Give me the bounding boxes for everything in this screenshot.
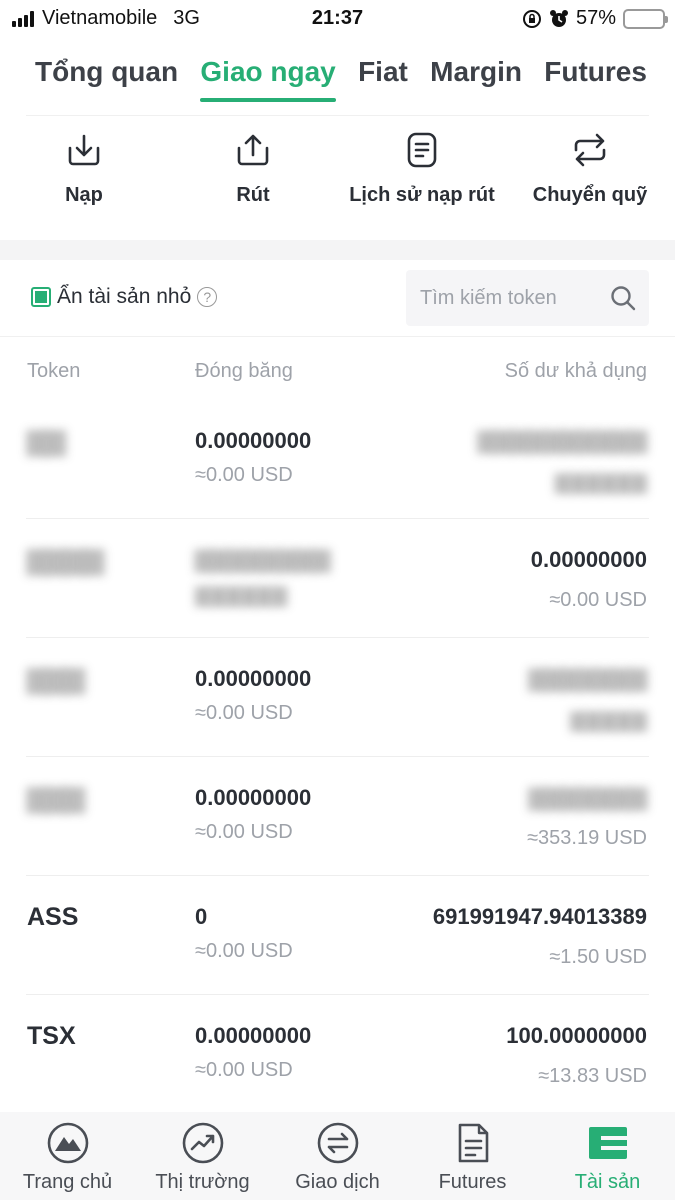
alarm-icon [549,9,568,27]
nav-home-label: Trang chủ [22,1171,113,1193]
token-symbol: ASS [27,903,79,931]
frozen-amount: 0.00000000 [195,785,312,810]
status-bar: Vietnamobile 3G 21:37 57% [0,0,675,38]
available-usd: ▇▇▇▇▇▇ [554,472,647,494]
table-row[interactable]: ▇▇ 0.00000000 ≈0.00 USD ▇▇▇▇▇▇▇▇▇▇ ▇▇▇▇▇… [0,400,675,519]
search-input[interactable] [420,280,600,316]
token-symbol: ▇▇▇ [27,785,85,813]
wallet-tabs: Tổng quan Giao ngay Fiat Margin Futures [35,56,647,102]
nav-futures[interactable]: Futures [405,1112,540,1200]
help-icon[interactable]: ? [197,287,218,307]
bottom-nav: Trang chủ Thị trường Giao dịch Futures T… [0,1112,675,1200]
withdraw-button[interactable]: Rút [203,130,303,207]
tab-margin[interactable]: Margin [430,56,522,102]
frozen-amount: 0.00000000 [195,1023,312,1048]
table-header: Token Đóng băng Số dư khả dụng [27,360,647,386]
table-row[interactable]: ASS 0 ≈0.00 USD 691991947.94013389 ≈1.50… [0,876,675,995]
token-symbol: TSX [27,1022,76,1050]
available-amount: 0.00000000 [530,547,647,572]
status-right: 57% [522,7,668,30]
frozen-amount: 0.00000000 [195,666,312,691]
history-button[interactable]: Lịch sử nạp rút [342,130,502,207]
frozen-usd: ≈0.00 USD [195,464,293,486]
available-usd: ▇▇▇▇▇ [570,710,647,732]
search-box [406,270,649,326]
action-row: Nạp Rút Lịch sử nạp rút Chuyển quỹ [0,130,675,222]
table-row[interactable]: TSX 0.00000000 ≈0.00 USD 100.00000000 ≈1… [0,995,675,1114]
tab-futures[interactable]: Futures [544,56,647,102]
available-amount: ▇▇▇▇▇▇▇▇▇▇ [477,428,647,453]
frozen-usd: ≈0.00 USD [195,702,293,724]
battery-percent: 57% [575,7,616,29]
deposit-button[interactable]: Nạp [34,130,134,207]
token-symbol: ▇▇▇▇ [27,547,104,575]
home-icon [47,1122,88,1164]
frozen-amount: 0.00000000 [195,428,312,453]
transfer-button[interactable]: Chuyển quỹ [530,130,650,207]
divider [0,336,675,337]
available-usd: ≈1.50 USD [549,946,647,968]
tab-overview[interactable]: Tổng quan [35,56,178,102]
withdraw-label: Rút [236,184,270,206]
token-symbol: ▇▇▇ [27,666,85,694]
header-frozen: Đóng băng [195,360,293,382]
nav-market[interactable]: Thị trường [135,1112,270,1200]
hide-small-assets-toggle[interactable]: Ẩn tài sản nhỏ ? [31,285,218,309]
frozen-usd: ≈0.00 USD [195,1059,293,1081]
nav-trade[interactable]: Giao dịch [270,1112,405,1200]
table-row[interactable]: ▇▇▇ 0.00000000 ≈0.00 USD ▇▇▇▇▇▇▇ ▇▇▇▇▇ [0,638,675,757]
nav-trade-label: Giao dịch [295,1171,380,1193]
nav-assets[interactable]: Tài sản [540,1112,675,1200]
token-symbol: ▇▇ [27,428,66,456]
transfer-icon [574,133,606,167]
futures-icon [458,1123,488,1163]
nav-assets-label: Tài sản [574,1171,641,1193]
filter-row: Ẩn tài sản nhỏ ? [26,270,649,326]
header-token: Token [27,360,81,382]
available-usd: ≈13.83 USD [538,1065,647,1087]
frozen-amount: 0 [195,904,208,929]
table-row[interactable]: ▇▇▇ 0.00000000 ≈0.00 USD ▇▇▇▇▇▇▇ ≈353.19… [0,757,675,876]
section-separator [0,240,675,260]
available-amount: 691991947.94013389 [432,904,647,929]
tab-spot[interactable]: Giao ngay [200,56,337,102]
history-icon [407,132,437,168]
market-icon [182,1122,223,1164]
hide-small-label: Ẩn tài sản nhỏ [57,285,192,308]
available-usd: ≈353.19 USD [527,827,647,849]
divider [26,115,649,116]
nav-futures-label: Futures [438,1171,507,1193]
frozen-usd: ≈0.00 USD [195,940,293,962]
frozen-usd: ≈0.00 USD [195,821,293,843]
orientation-lock-icon [522,9,541,28]
available-amount: 100.00000000 [506,1023,647,1048]
trade-icon [317,1122,358,1164]
battery-icon [623,8,668,29]
search-icon[interactable] [609,284,637,312]
tab-fiat[interactable]: Fiat [358,56,408,102]
nav-market-label: Thị trường [155,1171,250,1193]
history-label: Lịch sử nạp rút [349,184,495,206]
nav-home[interactable]: Trang chủ [0,1112,135,1200]
deposit-label: Nạp [65,184,103,206]
deposit-icon [68,134,100,166]
frozen-amount: ▇▇▇▇▇▇▇▇ [195,547,331,572]
available-usd: ≈0.00 USD [549,589,647,611]
frozen-usd: ▇▇▇▇▇▇ [195,585,288,607]
assets-icon [588,1127,627,1159]
hide-small-checkbox[interactable] [31,287,51,307]
withdraw-icon [237,134,269,166]
available-amount: ▇▇▇▇▇▇▇ [528,666,647,691]
available-amount: ▇▇▇▇▇▇▇ [528,785,647,810]
asset-list: ▇▇ 0.00000000 ≈0.00 USD ▇▇▇▇▇▇▇▇▇▇ ▇▇▇▇▇… [0,400,675,1114]
header-available: Số dư khả dụng [504,360,647,382]
table-row[interactable]: ▇▇▇▇ ▇▇▇▇▇▇▇▇ ▇▇▇▇▇▇ 0.00000000 ≈0.00 US… [0,519,675,638]
transfer-label: Chuyển quỹ [532,184,648,206]
